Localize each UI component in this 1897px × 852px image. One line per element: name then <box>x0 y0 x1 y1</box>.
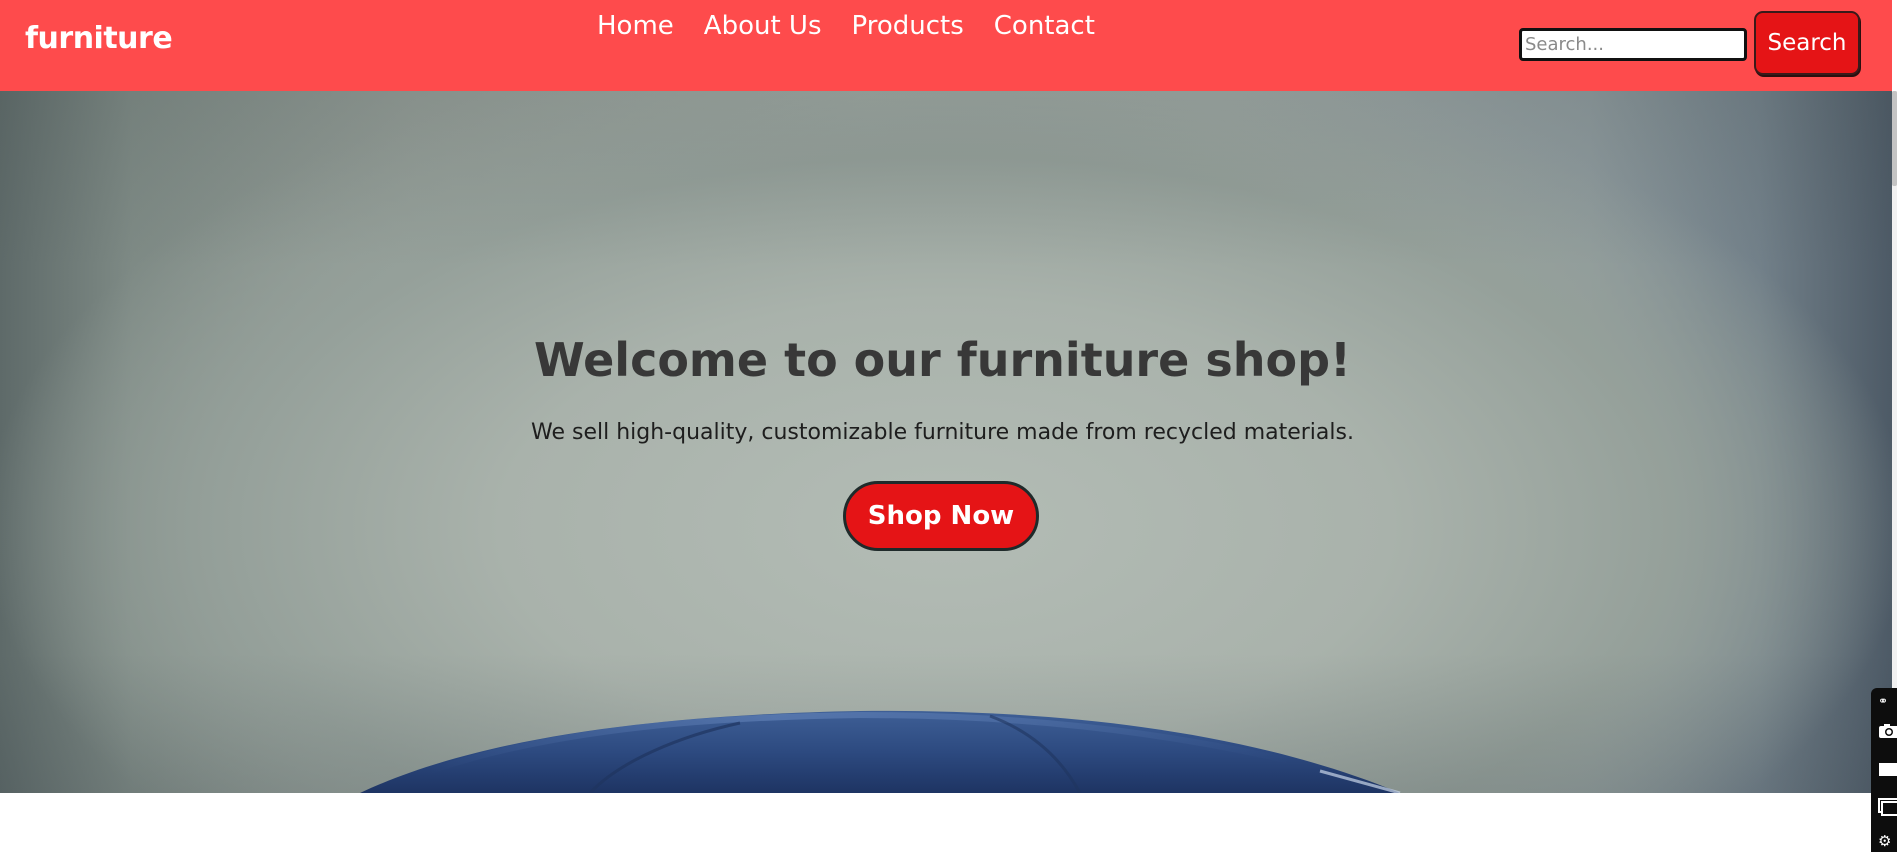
camera-icon[interactable] <box>1878 722 1897 744</box>
hero-subtitle: We sell high-quality, customizable furni… <box>531 420 1354 445</box>
search-button[interactable]: Search <box>1754 11 1860 75</box>
rectangle-icon[interactable] <box>1878 760 1897 782</box>
logo[interactable]: furniture <box>25 21 173 56</box>
hero-section: Welcome to our furniture shop! We sell h… <box>0 91 1892 793</box>
floating-toolbar: ⚭ ⚙ <box>1871 688 1897 852</box>
nav-link-about-us[interactable]: About Us <box>704 11 822 41</box>
hero-title: Welcome to our furniture shop! <box>534 333 1351 387</box>
link-icon[interactable]: ⚭ <box>1878 692 1897 710</box>
nav-link-contact[interactable]: Contact <box>994 11 1095 41</box>
nav-link-home[interactable]: Home <box>597 11 674 41</box>
search-input[interactable] <box>1519 28 1747 61</box>
main-nav: Home About Us Products Contact <box>597 11 1095 41</box>
window-icon[interactable] <box>1878 798 1897 820</box>
shop-now-button[interactable]: Shop Now <box>843 481 1039 551</box>
page: furniture Home About Us Products Contact… <box>0 0 1897 852</box>
scrollbar-thumb[interactable] <box>1892 91 1897 186</box>
site-header: furniture Home About Us Products Contact… <box>0 0 1892 91</box>
settings-icon[interactable]: ⚙ <box>1878 832 1897 850</box>
nav-link-products[interactable]: Products <box>852 11 964 41</box>
